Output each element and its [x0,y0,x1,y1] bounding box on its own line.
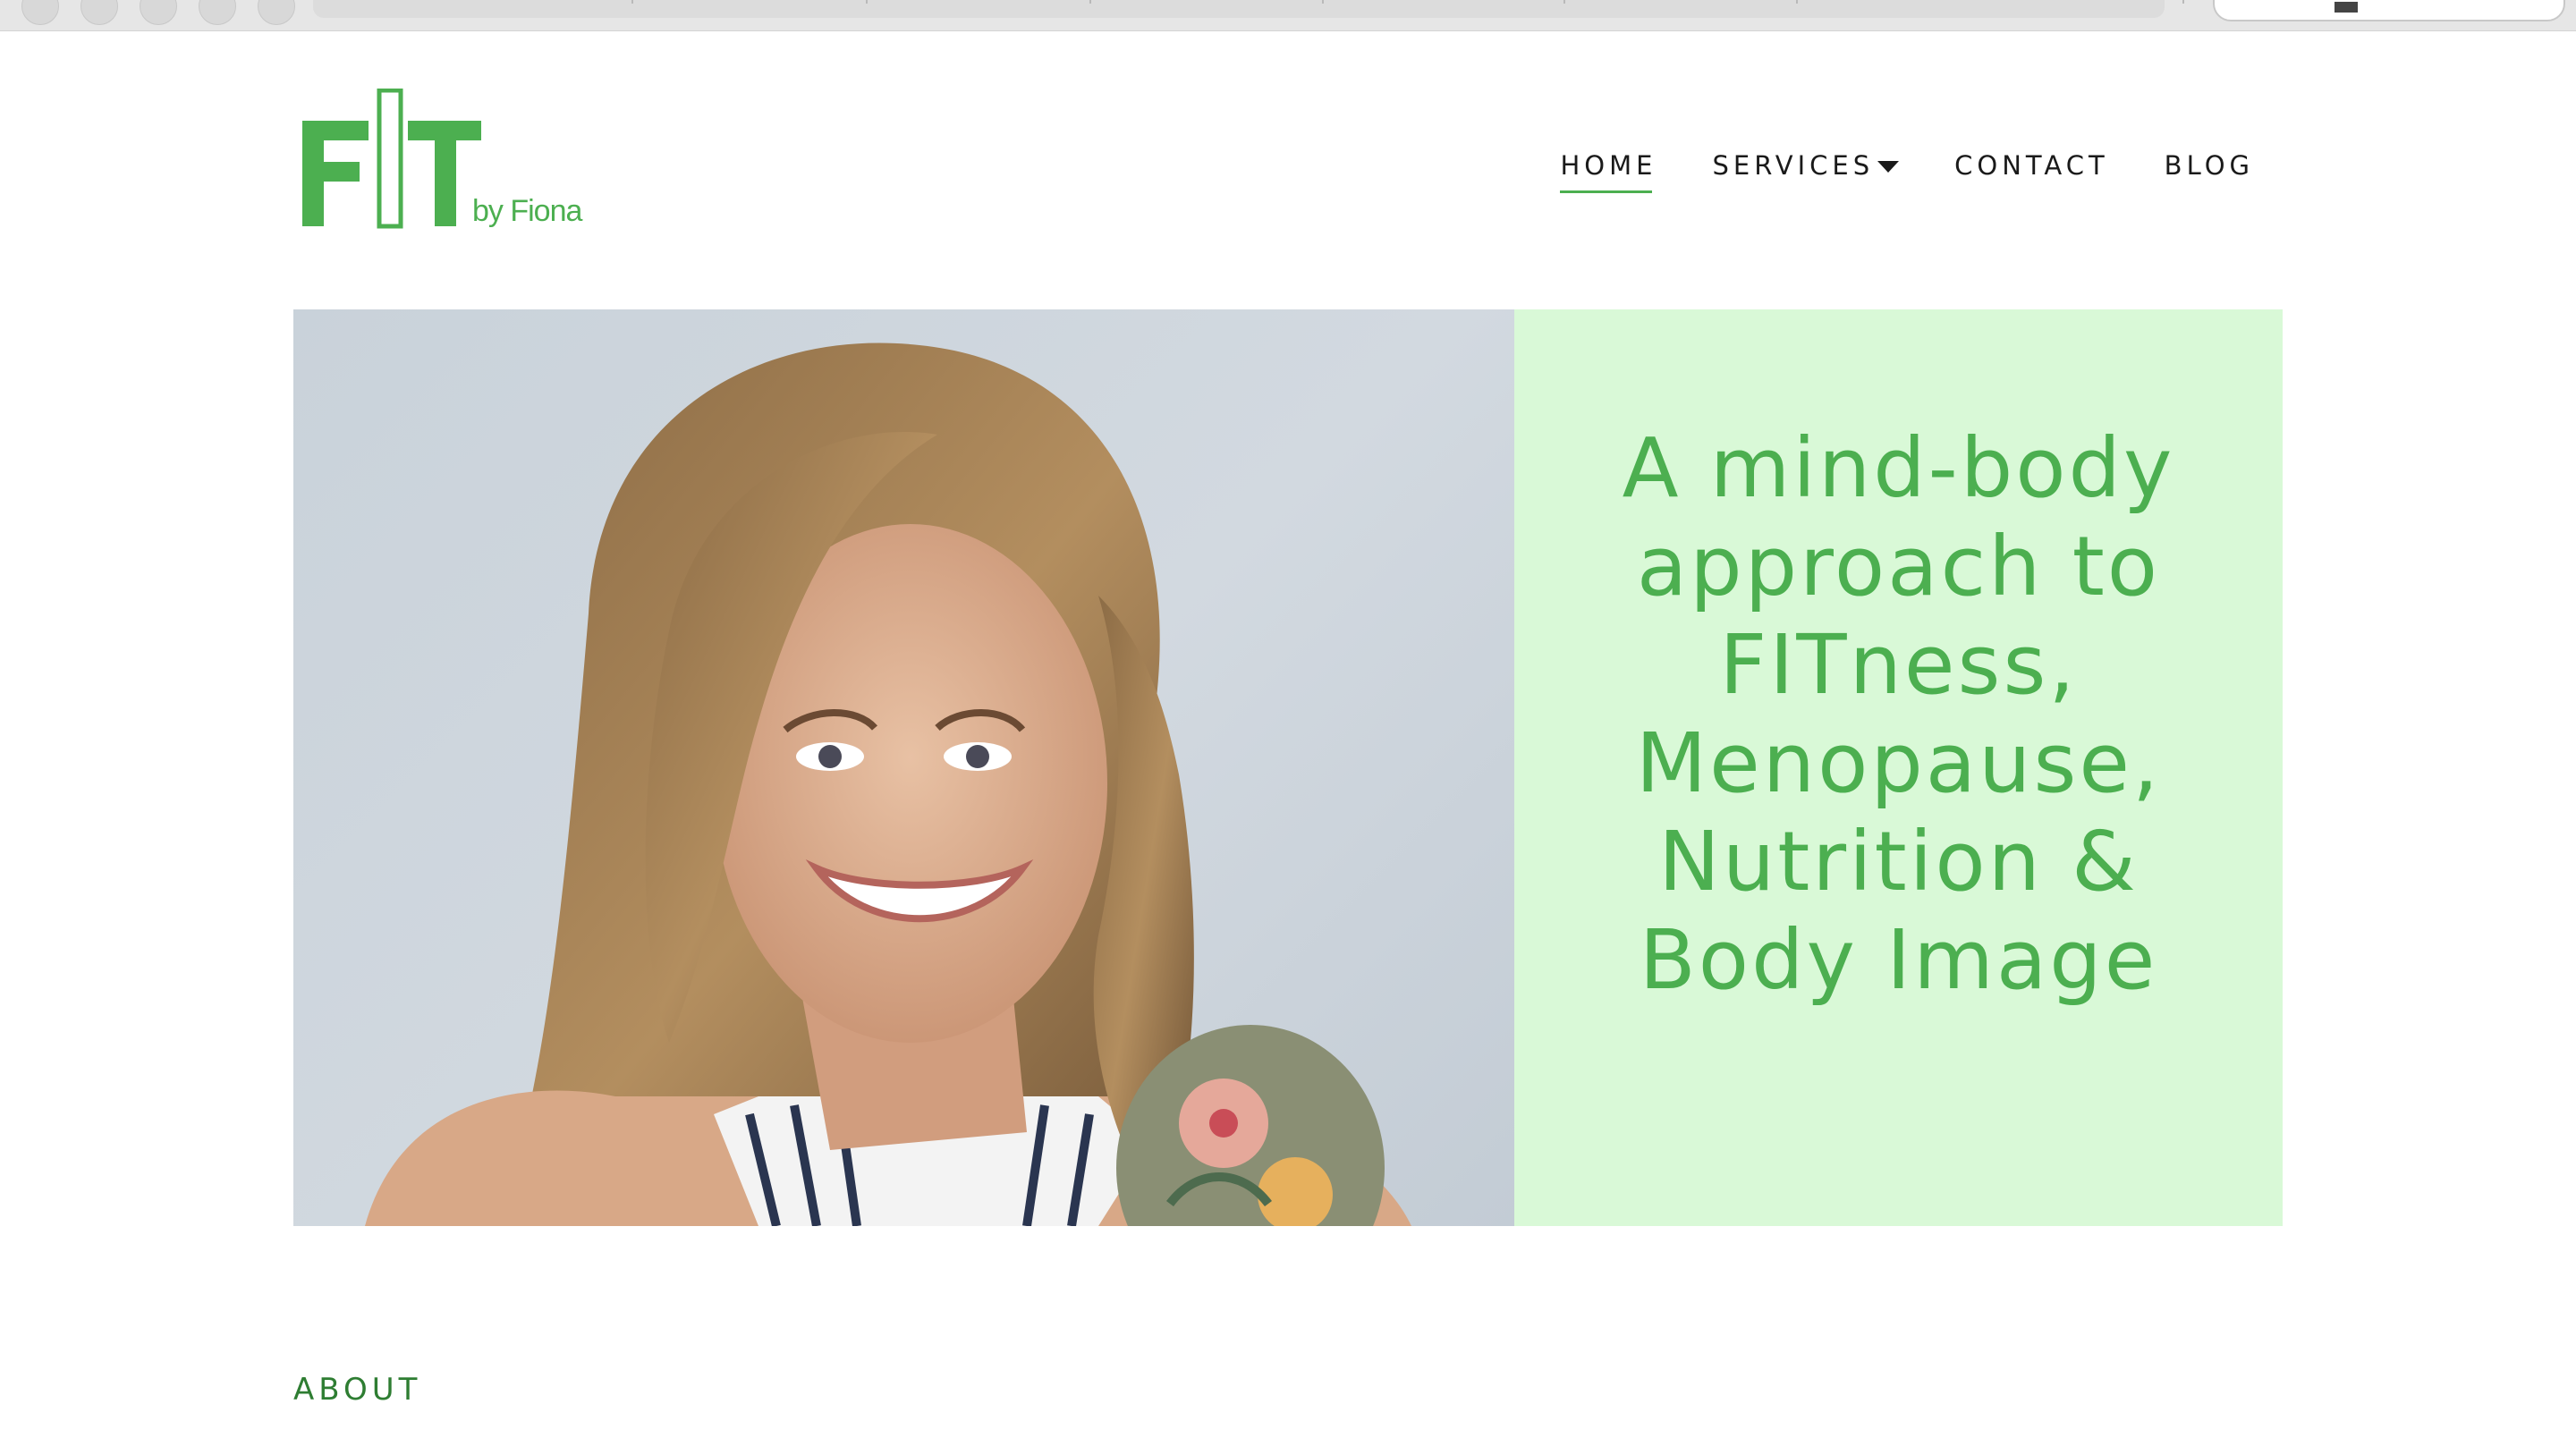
portrait-illustration [365,343,1411,1226]
tab-divider [866,0,868,4]
site-logo[interactable]: by Fiona [297,88,592,250]
tab-divider [2182,0,2184,4]
browser-toolbar [0,0,2576,31]
tab-divider [1796,0,1798,4]
nav-contact-label: CONTACT [1954,150,2109,181]
back-icon[interactable] [21,0,59,25]
tools-icon[interactable] [258,0,295,25]
hero-section: A mind-body approach to FITness, Menopau… [293,309,2283,1226]
web-page: by Fiona HOME SERVICES CONTACT BLOG A mi… [0,31,2576,1438]
tab-strip[interactable] [313,0,2184,18]
address-bar[interactable] [2213,0,2565,21]
main-nav: HOME SERVICES CONTACT BLOG [1560,150,2254,193]
shield-icon[interactable] [80,0,118,25]
nav-blog[interactable]: BLOG [2165,150,2254,193]
nav-home-label: HOME [1560,150,1657,181]
tab-divider [1089,0,1091,4]
tab-divider [1563,0,1565,4]
caret-down-icon[interactable] [1877,160,1900,173]
logo-tagline: by Fiona [472,194,582,228]
nav-contact[interactable]: CONTACT [1954,150,2109,193]
search-icon[interactable] [140,0,177,25]
site-header: by Fiona HOME SERVICES CONTACT BLOG [0,31,2576,309]
add-tab-icon[interactable] [199,0,236,25]
tab-divider [631,0,633,4]
nav-blog-label: BLOG [2164,150,2254,181]
nav-home[interactable]: HOME [1560,150,1657,193]
hero-text-panel: A mind-body approach to FITness, Menopau… [1514,309,2283,1226]
hero-portrait-image [293,309,1514,1226]
about-section-label: ABOUT [293,1372,422,1408]
reader-icon[interactable] [2334,2,2358,13]
nav-services-label: SERVICES [1712,150,1875,181]
tab-divider [1322,0,1324,4]
nav-services[interactable]: SERVICES [1712,150,1900,193]
hero-heading: A mind-body approach to FITness, Menopau… [1622,419,2175,1008]
